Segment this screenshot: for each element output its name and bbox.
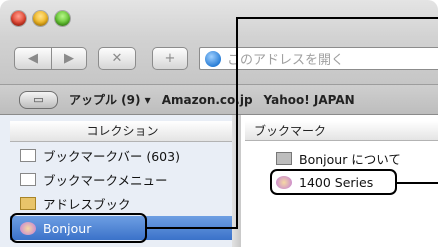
show-all-bookmarks-button[interactable]: ▭ <box>19 90 58 109</box>
stop-button[interactable]: ✕ <box>98 47 136 70</box>
bookmark-bar-item[interactable]: Yahoo! JAPAN <box>264 93 355 107</box>
bookmark-bar-item[interactable]: Amazon.co.jp <box>162 93 253 107</box>
bookmark-row[interactable]: Bonjour について <box>276 148 401 168</box>
callout-line <box>145 227 237 229</box>
collection-item[interactable]: アドレスブック <box>20 193 131 213</box>
bookmark-bar-item[interactable]: アップル (9) ▾ <box>69 91 151 108</box>
browser-window: ◀ ▶ ✕ + このアドレスを開く ▭ アップル (9) ▾ Amazon.co… <box>0 0 438 247</box>
callout-line <box>395 182 438 184</box>
collection-item-label: ブックマークメニュー <box>43 172 168 188</box>
globe-icon <box>205 50 221 67</box>
minimize-window-button[interactable] <box>33 11 48 26</box>
collection-item-label: アドレスブック <box>43 196 131 212</box>
callout-line <box>236 17 238 229</box>
book-icon: ▭ <box>33 93 44 106</box>
callout-line <box>236 17 438 19</box>
back-arrow-icon: ◀ <box>28 51 38 66</box>
collection-item[interactable]: ブックマークメニュー <box>20 169 168 189</box>
bookmarks-bar: ▭ アップル (9) ▾ Amazon.co.jp Yahoo! JAPAN <box>0 84 438 115</box>
address-book-icon <box>20 196 36 210</box>
callout-bonjour <box>10 213 147 243</box>
bookmarks-menu-icon <box>20 172 36 186</box>
callout-1400-series <box>270 169 397 195</box>
stop-icon: ✕ <box>111 51 123 66</box>
collections-header[interactable]: コレクション <box>10 121 235 142</box>
bookmark-label: Bonjour について <box>299 151 401 167</box>
address-placeholder: このアドレスを開く <box>227 53 345 68</box>
back-button[interactable]: ◀ <box>14 47 52 70</box>
bookmarks-bar-icon <box>20 148 36 162</box>
about-icon <box>276 151 292 165</box>
zoom-window-button[interactable] <box>55 11 70 26</box>
window-toolbar: ◀ ▶ ✕ + このアドレスを開く <box>0 0 438 84</box>
add-bookmark-button[interactable]: + <box>152 47 188 70</box>
close-window-button[interactable] <box>11 11 26 26</box>
address-field[interactable]: このアドレスを開く <box>199 47 438 70</box>
bookmarks-header[interactable]: ブックマーク <box>245 121 438 141</box>
collection-item[interactable]: ブックマークバー (603) <box>20 145 180 165</box>
collection-item-label: ブックマークバー (603) <box>43 148 180 164</box>
plus-icon: + <box>164 51 176 66</box>
forward-button[interactable]: ▶ <box>51 47 87 70</box>
forward-arrow-icon: ▶ <box>64 51 74 66</box>
